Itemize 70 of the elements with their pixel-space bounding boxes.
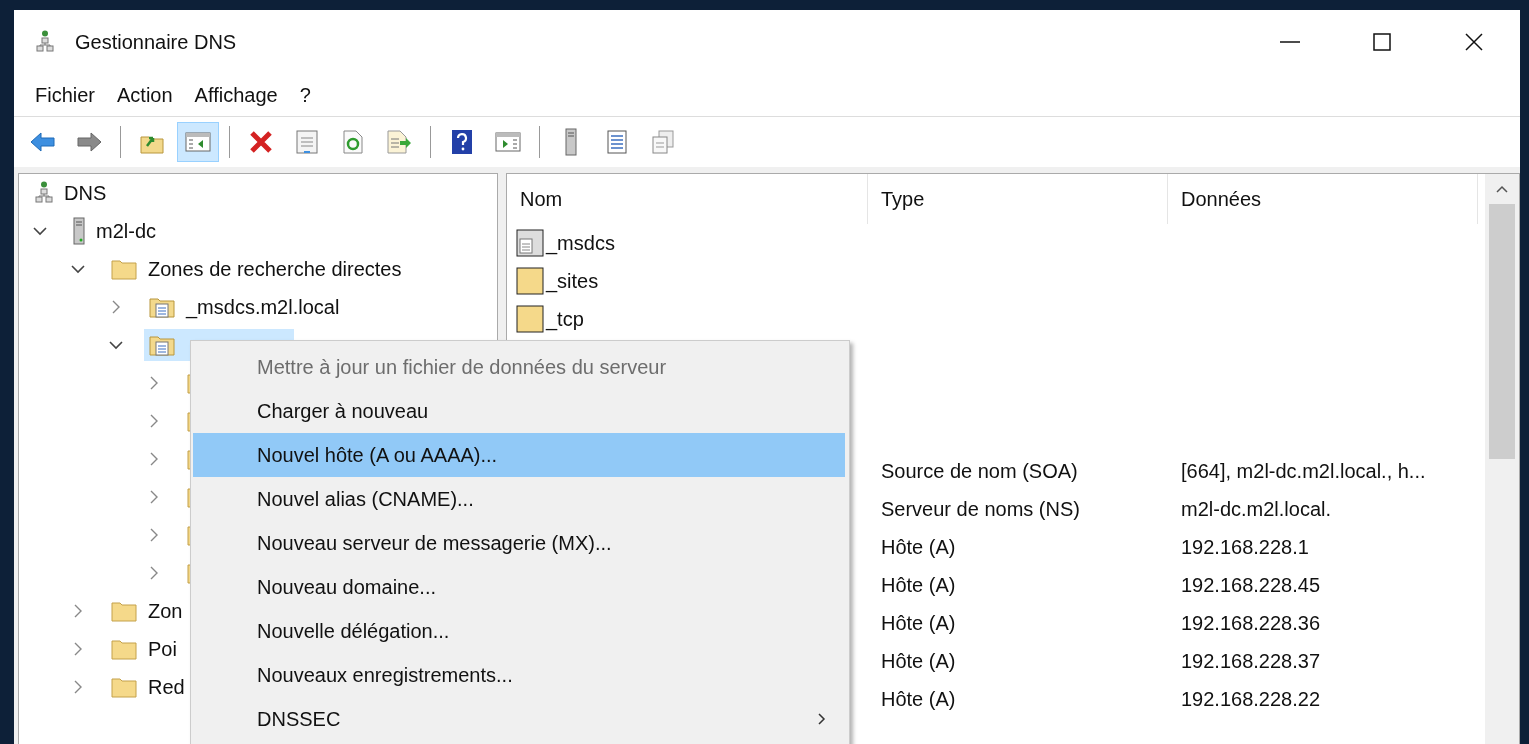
properties-icon xyxy=(295,129,319,155)
refresh-icon xyxy=(342,129,364,155)
list-item[interactable]: _msdcs xyxy=(507,229,868,257)
folder-icon xyxy=(516,305,544,333)
server-icon xyxy=(564,128,578,156)
scrollbar[interactable] xyxy=(1485,174,1519,744)
close-icon xyxy=(1464,32,1484,52)
column-header[interactable]: Données xyxy=(1168,174,1478,224)
table-cell-text: m2l-dc.m2l.local. xyxy=(1180,497,1333,521)
table-cell-text: Source de nom (SOA) xyxy=(880,459,1079,483)
left-arrow-icon xyxy=(30,131,56,153)
tree-item[interactable]: Red xyxy=(106,671,189,703)
folder-icon xyxy=(110,675,138,699)
help-icon xyxy=(451,129,473,155)
tree-item[interactable]: Zon xyxy=(106,595,187,627)
zone-folder-icon xyxy=(148,295,176,319)
panel-icon xyxy=(185,131,211,153)
tree-item[interactable]: Poi xyxy=(106,633,181,665)
maximize-icon xyxy=(1372,32,1392,52)
table-cell-text: Hôte (A) xyxy=(880,535,957,559)
table-cell-text: Hôte (A) xyxy=(880,687,957,711)
dns-app-icon xyxy=(35,30,55,54)
tree-item[interactable]: DNS xyxy=(30,177,111,209)
table-cell-text: 192.168.228.45 xyxy=(1180,573,1322,597)
minimize-icon xyxy=(1280,41,1300,43)
menu-item[interactable]: Fichier xyxy=(24,83,106,107)
delete-icon xyxy=(248,129,274,155)
column-header[interactable]: Nom xyxy=(507,174,868,224)
menu-option[interactable]: Nouveau serveur de messagerie (MX)... xyxy=(193,521,845,565)
menu-item[interactable]: ? xyxy=(288,83,322,107)
table-cell-text: [664], m2l-dc.m2l.local., h... xyxy=(1180,459,1427,483)
menu-option[interactable]: Nouvel alias (CNAME)... xyxy=(193,477,845,521)
scroll-thumb[interactable] xyxy=(1489,204,1515,459)
zone-folder-icon xyxy=(516,229,544,257)
folder-icon xyxy=(110,637,138,661)
menu-option[interactable]: Charger à nouveau xyxy=(193,389,845,433)
menu-option[interactable]: Nouveaux enregistrements... xyxy=(193,653,845,697)
panel-icon xyxy=(495,131,521,153)
table-cell-text: 192.168.228.37 xyxy=(1180,649,1322,673)
menu-option[interactable]: DNSSEC xyxy=(193,697,845,741)
table-cell-text: Hôte (A) xyxy=(880,611,957,635)
menu-option[interactable]: Nouvel hôte (A ou AAAA)... xyxy=(193,433,845,477)
window-title: Gestionnaire DNS xyxy=(75,30,237,54)
list-item[interactable]: _sites xyxy=(507,267,868,295)
table-cell-text: Hôte (A) xyxy=(880,649,957,673)
tree-item[interactable]: _msdcs.m2l.local xyxy=(144,291,344,323)
network-icon xyxy=(34,181,54,205)
table-cell-text: Hôte (A) xyxy=(880,573,957,597)
export-icon xyxy=(386,129,412,155)
zone-folder-icon xyxy=(148,333,176,357)
list-item[interactable]: _tcp xyxy=(507,305,868,333)
table-cell-text: 192.168.228.36 xyxy=(1180,611,1322,635)
tree-item[interactable]: m2l-dc xyxy=(68,215,160,247)
menu-item[interactable]: Affichage xyxy=(183,83,289,107)
table-cell-text: 192.168.228.22 xyxy=(1180,687,1322,711)
list-icon xyxy=(605,129,629,155)
column-header[interactable]: Type xyxy=(868,174,1168,224)
table-cell-text: 192.168.228.1 xyxy=(1180,535,1310,559)
tree-item[interactable]: Zones de recherche directes xyxy=(106,253,406,285)
server-icon xyxy=(72,217,86,245)
folder-icon xyxy=(110,257,138,281)
menu-option[interactable]: Nouveau domaine... xyxy=(193,565,845,609)
copy-icon xyxy=(651,129,675,155)
menu-item[interactable]: Action xyxy=(106,83,184,107)
folder-icon xyxy=(516,267,544,295)
folder-icon xyxy=(110,599,138,623)
right-arrow-icon xyxy=(76,131,102,153)
scroll-up-icon[interactable] xyxy=(1495,184,1509,194)
table-cell-text: Serveur de noms (NS) xyxy=(880,497,1081,521)
menu-option[interactable]: Nouvelle délégation... xyxy=(193,609,845,653)
